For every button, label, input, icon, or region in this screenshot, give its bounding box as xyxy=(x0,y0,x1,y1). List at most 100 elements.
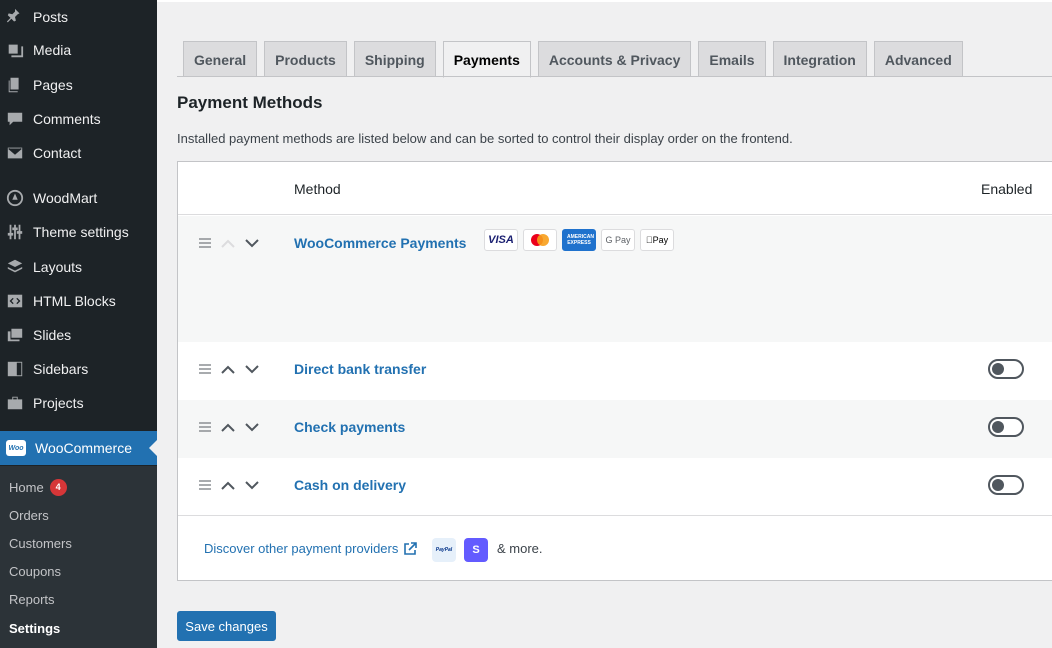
paypal-logo: PayPal xyxy=(432,538,456,562)
tab-general[interactable]: General xyxy=(183,41,258,77)
enable-toggle-cod[interactable] xyxy=(988,475,1024,495)
menu-slides[interactable]: Slides xyxy=(0,318,157,352)
tab-integration[interactable]: Integration xyxy=(772,41,867,77)
drag-handle-icon[interactable] xyxy=(198,236,212,250)
submenu-coupons[interactable]: Coupons xyxy=(9,561,61,581)
sliders-icon xyxy=(6,223,24,241)
menu-label: Posts xyxy=(33,9,69,25)
table-row: Cash on delivery xyxy=(178,458,1052,515)
move-up-icon[interactable] xyxy=(220,477,236,493)
pages-icon xyxy=(6,76,24,94)
tab-products[interactable]: Products xyxy=(264,41,347,77)
menu-contact[interactable]: Contact xyxy=(0,136,157,170)
media-icon xyxy=(6,41,24,59)
menu-label: Pages xyxy=(33,77,73,93)
visa-logo: VISA xyxy=(484,229,518,251)
mastercard-logo xyxy=(523,229,557,251)
tab-advanced[interactable]: Advanced xyxy=(873,41,963,77)
menu-html-blocks[interactable]: HTML Blocks xyxy=(0,284,157,318)
column-enabled: Enabled xyxy=(981,181,1033,197)
menu-posts[interactable]: Posts xyxy=(0,0,157,34)
menu-label: Projects xyxy=(33,395,84,411)
move-down-icon[interactable] xyxy=(244,477,260,493)
drag-handle-icon[interactable] xyxy=(198,362,212,376)
submenu-settings[interactable]: Settings xyxy=(9,618,60,638)
move-down-icon[interactable] xyxy=(244,235,260,251)
table-footer-divider xyxy=(178,515,1052,516)
code-icon xyxy=(6,292,24,310)
notification-badge: 4 xyxy=(49,478,67,496)
submenu-customers[interactable]: Customers xyxy=(9,533,72,553)
move-down-icon[interactable] xyxy=(244,361,260,377)
menu-woocommerce[interactable]: Woo WooCommerce xyxy=(0,431,157,465)
more-providers-text: & more. xyxy=(497,541,543,556)
menu-theme-settings[interactable]: Theme settings xyxy=(0,215,157,249)
menu-label: WooCommerce xyxy=(35,440,132,456)
discover-providers-link[interactable]: Discover other payment providers xyxy=(204,541,418,556)
tab-emails[interactable]: Emails xyxy=(698,41,766,77)
menu-comments[interactable]: Comments xyxy=(0,102,157,136)
menu-sidebars[interactable]: Sidebars xyxy=(0,352,157,386)
method-link-check-payments[interactable]: Check payments xyxy=(294,419,405,435)
woodmart-icon xyxy=(6,189,24,207)
drag-handle-icon[interactable] xyxy=(198,420,212,434)
external-link-icon xyxy=(404,541,418,555)
table-row: Check payments xyxy=(178,400,1052,458)
menu-label: Sidebars xyxy=(33,361,89,377)
briefcase-icon xyxy=(6,394,24,412)
table-header: Method Enabled xyxy=(178,162,1052,215)
woocommerce-submenu: Home 4 Orders Customers Coupons Reports S… xyxy=(0,466,157,648)
enable-toggle-bacs[interactable] xyxy=(988,359,1024,379)
menu-projects[interactable]: Projects xyxy=(0,386,157,420)
woocommerce-icon: Woo xyxy=(6,440,26,456)
move-up-icon[interactable] xyxy=(220,235,236,251)
submenu-orders[interactable]: Orders xyxy=(9,505,49,525)
admin-sidebar: Posts Media Pages Comments Contact WoodM… xyxy=(0,0,157,648)
tab-divider xyxy=(177,76,1052,77)
menu-label: Slides xyxy=(33,327,72,343)
comment-icon xyxy=(6,110,24,128)
slides-icon xyxy=(6,326,24,344)
column-method: Method xyxy=(294,181,341,197)
table-row: Direct bank transfer xyxy=(178,342,1052,400)
payment-methods-table: Method Enabled WooCommerce Payments VISA… xyxy=(177,161,1052,581)
drag-handle-icon[interactable] xyxy=(198,478,212,492)
tab-payments[interactable]: Payments xyxy=(442,41,531,78)
menu-layouts[interactable]: Layouts xyxy=(0,250,157,284)
top-strip xyxy=(157,0,1052,2)
menu-label: Theme settings xyxy=(33,224,129,240)
tab-shipping[interactable]: Shipping xyxy=(353,41,436,77)
sidebar-icon xyxy=(6,360,24,378)
stripe-logo: S xyxy=(464,538,488,562)
tab-accounts-privacy[interactable]: Accounts & Privacy xyxy=(537,41,692,77)
enable-toggle-cheque[interactable] xyxy=(988,417,1024,437)
method-link-woocommerce-payments[interactable]: WooCommerce Payments xyxy=(294,235,466,251)
settings-tabs: General Products Shipping Payments Accou… xyxy=(183,41,970,78)
page-title: Payment Methods xyxy=(177,93,323,112)
method-link-direct-bank-transfer[interactable]: Direct bank transfer xyxy=(294,361,426,377)
menu-pages[interactable]: Pages xyxy=(0,68,157,102)
page-description: Installed payment methods are listed bel… xyxy=(177,131,793,146)
submenu-home[interactable]: Home 4 xyxy=(9,477,67,497)
move-down-icon[interactable] xyxy=(244,419,260,435)
apple-pay-logo: Pay xyxy=(640,229,674,251)
mail-icon xyxy=(6,144,24,162)
card-logos: VISA AMERICAN EXPRESS G Pay Pay xyxy=(484,229,679,251)
pin-icon xyxy=(6,8,24,26)
menu-label: Contact xyxy=(33,145,82,161)
google-pay-logo: G Pay xyxy=(601,229,635,251)
menu-media[interactable]: Media xyxy=(0,33,157,67)
move-up-icon[interactable] xyxy=(220,361,236,377)
method-link-cash-on-delivery[interactable]: Cash on delivery xyxy=(294,477,406,493)
submenu-reports[interactable]: Reports xyxy=(9,589,55,609)
menu-label: Comments xyxy=(33,111,101,127)
menu-label: Media xyxy=(33,42,72,58)
save-changes-button[interactable]: Save changes xyxy=(177,611,276,641)
menu-label: WoodMart xyxy=(33,190,98,206)
menu-woodmart[interactable]: WoodMart xyxy=(0,181,157,215)
menu-label: HTML Blocks xyxy=(33,293,116,309)
amex-logo: AMERICAN EXPRESS xyxy=(562,229,596,251)
menu-label: Layouts xyxy=(33,259,83,275)
layers-icon xyxy=(6,258,24,276)
move-up-icon[interactable] xyxy=(220,419,236,435)
